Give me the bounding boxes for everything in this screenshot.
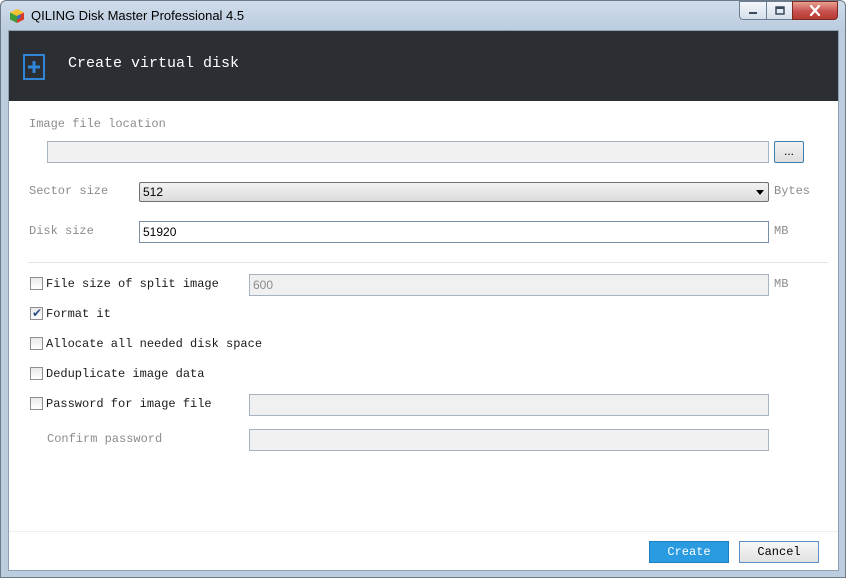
format-it-checkbox[interactable]: ✔ — [30, 306, 43, 320]
chevron-down-icon — [756, 190, 764, 195]
disk-size-input[interactable]: 51920 — [139, 221, 769, 243]
sector-size-select[interactable]: 512 — [139, 182, 769, 202]
maximize-button[interactable] — [766, 1, 792, 20]
window-title: QILING Disk Master Professional 4.5 — [31, 8, 245, 23]
dialog-header: Create virtual disk — [9, 31, 838, 101]
title-bar[interactable]: QILING Disk Master Professional 4.5 — [1, 1, 845, 30]
sector-size-value: 512 — [143, 185, 164, 199]
sector-size-unit: Bytes — [774, 184, 811, 198]
split-image-label: File size of split image — [46, 277, 219, 291]
browse-button[interactable]: ... — [774, 141, 804, 163]
sector-size-label: Sector size — [29, 184, 109, 198]
split-size-input[interactable]: 600 — [249, 274, 769, 296]
image-location-label: Image file location — [29, 117, 166, 131]
allocate-space-checkbox[interactable] — [30, 337, 43, 350]
close-button[interactable] — [792, 1, 838, 20]
split-image-checkbox[interactable] — [30, 277, 43, 290]
footer-divider — [9, 531, 838, 532]
create-button[interactable]: Create — [649, 541, 729, 563]
cancel-button[interactable]: Cancel — [739, 541, 819, 563]
app-window: QILING Disk Master Professional 4.5 Crea… — [0, 0, 846, 578]
password-input[interactable] — [249, 394, 769, 416]
minimize-icon — [749, 11, 757, 14]
maximize-icon — [774, 6, 785, 15]
close-icon — [809, 5, 821, 16]
allocate-space-label: Allocate all needed disk space — [46, 337, 263, 351]
minimize-button[interactable] — [739, 1, 766, 20]
confirm-password-label: Confirm password — [47, 432, 163, 446]
disk-size-label: Disk size — [29, 224, 94, 238]
dialog-title: Create virtual disk — [68, 55, 240, 72]
image-location-input[interactable] — [47, 141, 769, 163]
deduplicate-label: Deduplicate image data — [46, 367, 205, 381]
window-controls — [739, 1, 838, 21]
section-divider — [28, 262, 828, 263]
disk-size-unit: MB — [774, 224, 789, 238]
confirm-password-input[interactable] — [249, 429, 769, 451]
split-size-unit: MB — [774, 277, 789, 291]
add-disk-icon — [23, 54, 45, 80]
format-it-label: Format it — [46, 307, 111, 321]
password-label: Password for image file — [46, 397, 212, 411]
dialog-content: Create virtual disk Image file location … — [8, 30, 839, 571]
app-logo-icon — [10, 9, 24, 23]
password-checkbox[interactable] — [30, 397, 43, 410]
deduplicate-checkbox[interactable] — [30, 367, 43, 380]
checkmark-icon: ✔ — [32, 306, 43, 320]
